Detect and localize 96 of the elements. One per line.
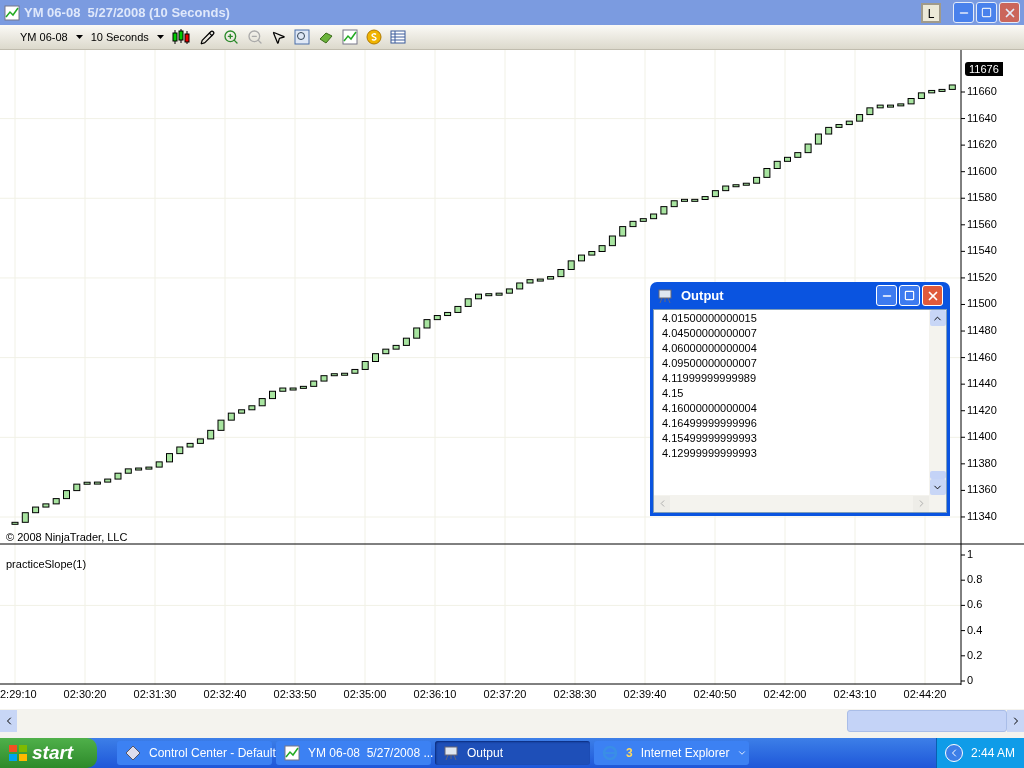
price-axis-label: 11580 xyxy=(967,192,997,204)
scrollbar-thumb[interactable] xyxy=(847,710,1007,732)
time-axis-label: 02:40:50 xyxy=(693,689,737,700)
taskbar-button-label: Internet Explorer xyxy=(640,745,730,762)
time-axis-label: 2:29:10 xyxy=(0,689,37,700)
minimize-button[interactable] xyxy=(876,285,897,306)
clock: 2:44 AM xyxy=(971,745,1016,762)
output-line: 4.15 xyxy=(662,386,685,401)
indicator-label: practiceSlope(1) xyxy=(6,557,87,572)
time-axis-label: 02:38:30 xyxy=(553,689,597,700)
price-axis-label: 11480 xyxy=(967,325,997,337)
time-axis-label: 02:32:40 xyxy=(203,689,247,700)
indicator-axis-label: 0.4 xyxy=(967,624,983,636)
time-axis-label: 02:36:10 xyxy=(413,689,457,700)
table-icon[interactable] xyxy=(389,29,406,45)
caret-icon xyxy=(156,35,164,39)
interval-dropdown[interactable]: 10 Seconds xyxy=(90,28,164,46)
output-line: 4.16499999999996 xyxy=(662,416,758,431)
time-axis-label: 02:43:10 xyxy=(833,689,877,700)
time-axis-label: 02:35:00 xyxy=(343,689,387,700)
price-axis-label: 11380 xyxy=(967,457,997,469)
price-axis-label: 11400 xyxy=(967,431,997,443)
close-button[interactable] xyxy=(999,2,1020,23)
scroll-left-button[interactable] xyxy=(0,710,17,732)
restore-button[interactable] xyxy=(976,2,997,23)
minimize-button[interactable] xyxy=(953,2,974,23)
output-window-title: Output xyxy=(681,286,724,305)
taskbar-button[interactable]: 3 Internet Explorer xyxy=(594,741,749,765)
coin-icon[interactable] xyxy=(365,29,382,45)
mode-button[interactable]: L xyxy=(921,2,941,23)
taskbar-button-label: Output xyxy=(467,745,504,762)
price-axis-label: 11360 xyxy=(967,484,997,496)
easel-icon xyxy=(443,745,459,761)
close-button[interactable] xyxy=(922,285,943,306)
time-axis-label: 02:44:20 xyxy=(903,689,947,700)
taskbar-button[interactable]: YM 06-08 5/27/2008 ... xyxy=(276,741,431,765)
taskbar-button[interactable]: Output xyxy=(435,741,590,765)
time-axis-label: 02:39:40 xyxy=(623,689,667,700)
maximize-icon xyxy=(981,7,992,18)
diamond-icon xyxy=(125,745,141,761)
price-axis-label: 11620 xyxy=(967,139,997,151)
indicator-axis-label: 1 xyxy=(967,549,974,560)
output-line: 4.11999999999989 xyxy=(662,371,757,386)
indicator-axis-label: 0.6 xyxy=(967,599,983,611)
output-line: 4.04500000000007 xyxy=(662,326,758,341)
output-line: 4.12999999999993 xyxy=(662,446,758,461)
price-axis-label: 11660 xyxy=(967,86,997,97)
price-axis-label: 11560 xyxy=(967,218,997,230)
chart-icon[interactable] xyxy=(341,29,358,45)
time-axis-label: 02:37:20 xyxy=(483,689,527,700)
cursor-icon[interactable] xyxy=(270,29,286,45)
last-price-tag: 11676 xyxy=(965,62,1003,76)
price-axis-label: 11640 xyxy=(967,112,997,124)
output-line: 4.16000000000004 xyxy=(662,401,758,416)
output-line: 4.06000000000004 xyxy=(662,341,758,356)
maximize-icon xyxy=(904,290,915,301)
window-title: YM 06-08 5/27/2008 (10 Seconds) xyxy=(24,3,230,22)
window-count: 3 xyxy=(626,745,633,762)
price-axis-label: 11520 xyxy=(967,271,997,283)
pencil-icon[interactable] xyxy=(199,29,215,45)
price-axis-label: 11340 xyxy=(967,510,997,522)
price-axis-label: 11460 xyxy=(967,351,997,363)
time-axis-label: 02:42:00 xyxy=(763,689,807,700)
candlestick-icon[interactable] xyxy=(171,29,192,45)
time-axis-label: 02:30:20 xyxy=(63,689,107,700)
price-axis-label: 11440 xyxy=(967,378,997,390)
indicator-axis-label: 0.2 xyxy=(967,649,983,661)
time-axis-label: 02:33:50 xyxy=(273,689,317,700)
vertical-scrollbar[interactable] xyxy=(929,310,946,495)
output-line: 4.01500000000015 xyxy=(662,311,758,326)
windows-logo-icon xyxy=(8,744,28,762)
caret-icon xyxy=(737,748,748,758)
price-axis-label: 11500 xyxy=(967,298,997,310)
zoom-out-icon[interactable] xyxy=(246,29,263,45)
scrollbar-thumb[interactable] xyxy=(929,471,946,479)
indicator-axis-label: 0 xyxy=(967,675,974,686)
time-axis-label: 02:31:30 xyxy=(133,689,177,700)
horizontal-scrollbar[interactable] xyxy=(0,709,1024,733)
taskbar-button-label: YM 06-08 5/27/2008 ... xyxy=(308,745,434,762)
instrument-dropdown[interactable]: YM 06-08 xyxy=(20,28,83,46)
output-line: 4.09500000000007 xyxy=(662,356,758,371)
copyright-text: © 2008 NinjaTrader, LLC xyxy=(6,530,128,545)
price-axis-label: 11600 xyxy=(967,165,997,177)
price-axis-label: 11420 xyxy=(967,404,997,416)
easel-icon xyxy=(657,287,673,304)
scroll-down-button[interactable] xyxy=(929,479,946,495)
scroll-right-button[interactable] xyxy=(1007,710,1024,732)
scroll-up-button[interactable] xyxy=(929,310,946,326)
price-axis-label: 11540 xyxy=(967,245,997,257)
output-line: 4.15499999999993 xyxy=(662,431,758,446)
indicator-axis-label: 0.8 xyxy=(967,574,983,586)
maximize-button[interactable] xyxy=(899,285,920,306)
chart-icon xyxy=(284,745,300,761)
chart-icon xyxy=(4,4,20,21)
caret-icon xyxy=(75,35,83,39)
zoom-in-icon[interactable] xyxy=(222,29,239,45)
